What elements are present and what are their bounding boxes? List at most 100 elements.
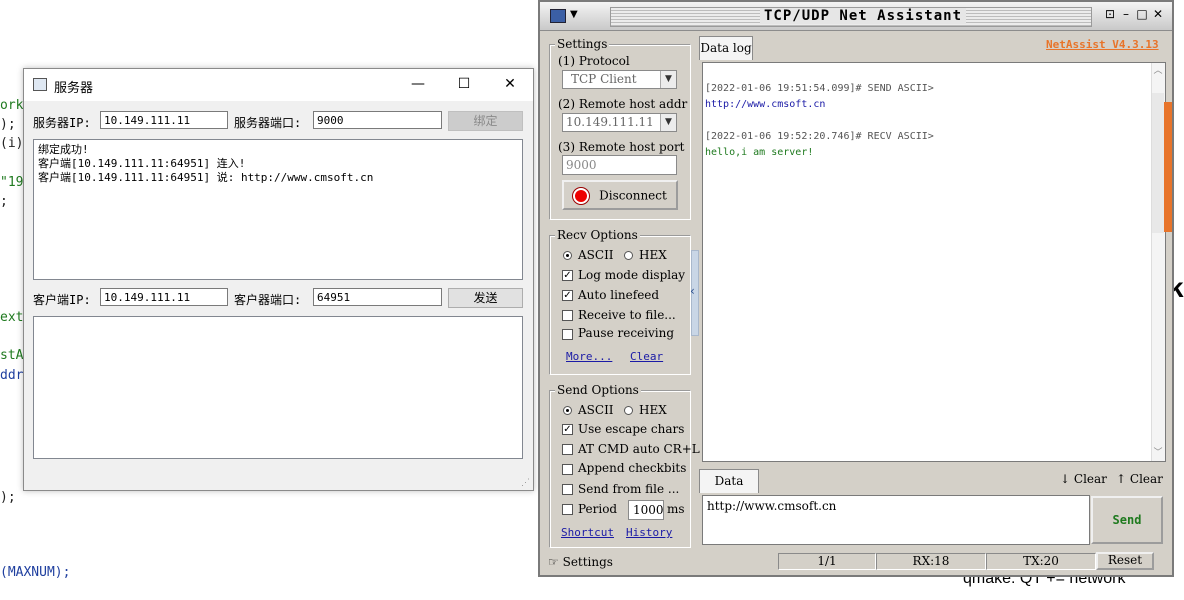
- send-hex-radio[interactable]: [624, 406, 633, 415]
- auto-linefeed-checkbox[interactable]: ✓: [562, 290, 573, 301]
- log-header: [2022-01-06 19:51:54.099]# SEND ASCII>: [705, 83, 934, 94]
- client-port-field[interactable]: 64951: [313, 288, 442, 306]
- resize-grip-icon[interactable]: ⋰: [521, 478, 531, 488]
- pause-receiving-label: Pause receiving: [578, 326, 675, 340]
- auto-linefeed-label: Auto linefeed: [578, 288, 660, 302]
- protocol-label: (1) Protocol: [558, 54, 630, 68]
- send-from-file-label: Send from file ...: [578, 482, 680, 496]
- log-header: [2022-01-06 19:52:20.746]# RECV ASCII>: [705, 131, 934, 142]
- period-unit: ms: [667, 502, 685, 516]
- version-link[interactable]: NetAssist V4.3.13: [1046, 38, 1159, 51]
- rx-counter: RX:18: [876, 553, 986, 570]
- log-body: http://www.cmsoft.cn: [705, 99, 826, 110]
- close-button[interactable]: ✕: [1150, 7, 1166, 21]
- period-field[interactable]: 1000: [628, 500, 664, 520]
- bind-button[interactable]: 绑定: [448, 111, 523, 131]
- minimize-button[interactable]: —: [395, 69, 441, 101]
- period-checkbox[interactable]: [562, 504, 573, 515]
- chevron-down-icon: ▼: [660, 114, 676, 131]
- chevron-down-icon[interactable]: ﹀: [1152, 445, 1164, 461]
- chevron-down-icon: ▼: [660, 71, 676, 88]
- remote-port-field[interactable]: 9000: [562, 155, 677, 175]
- send-text-area[interactable]: [33, 316, 523, 459]
- send-options-title: Send Options: [555, 383, 641, 397]
- use-escape-label: Use escape chars: [578, 422, 685, 436]
- log-scrollbar[interactable]: ︿ ﹀: [1151, 63, 1165, 461]
- page-indicator: 1/1: [778, 553, 876, 570]
- data-log-area[interactable]: [2022-01-06 19:51:54.099]# SEND ASCII> h…: [702, 62, 1166, 462]
- status-bar: ☞ Settings 1/1 RX:18 TX:20 Reset: [540, 550, 1172, 575]
- clear-down-icon: ↓: [1060, 472, 1071, 486]
- close-button[interactable]: ✕: [487, 69, 533, 101]
- app-icon: [550, 9, 566, 23]
- reset-button[interactable]: Reset: [1096, 552, 1154, 570]
- tx-counter: TX:20: [986, 553, 1096, 570]
- menu-dropdown-icon[interactable]: ▼: [570, 9, 578, 20]
- code-line: (MAXNUM);: [0, 565, 71, 580]
- log-mode-checkbox[interactable]: ✓: [562, 270, 573, 281]
- recv-ascii-radio[interactable]: [563, 251, 572, 260]
- minimize-button[interactable]: –: [1118, 7, 1134, 21]
- record-icon: [573, 187, 590, 204]
- title-bar[interactable]: 服务器 — ☐ ✕: [24, 69, 533, 101]
- clear-history-button[interactable]: ↑ Clear: [1116, 472, 1163, 486]
- server-log-text[interactable]: 绑定成功! 客户端[10.149.111.11:64951] 连入! 客户端[1…: [33, 139, 523, 280]
- remote-port-label: (3) Remote host port: [558, 140, 685, 154]
- recv-options-title: Recv Options: [555, 228, 640, 242]
- pause-receiving-checkbox[interactable]: [562, 329, 573, 340]
- use-escape-checkbox[interactable]: ✓: [562, 424, 573, 435]
- app-icon: [33, 78, 47, 91]
- at-cmd-checkbox[interactable]: [562, 444, 573, 455]
- send-button[interactable]: Send: [1091, 496, 1163, 544]
- receive-to-file-checkbox[interactable]: [562, 310, 573, 321]
- chevron-up-icon[interactable]: ︿: [1152, 63, 1164, 79]
- clear-send-button[interactable]: ↓ Clear: [1060, 472, 1107, 486]
- send-hex-label: HEX: [639, 403, 667, 417]
- code-line: (i): [0, 136, 24, 151]
- send-input[interactable]: http://www.cmsoft.cn: [702, 495, 1090, 545]
- tab-data-log[interactable]: Data log: [699, 36, 753, 60]
- accent-bar: [1164, 102, 1172, 232]
- send-ascii-radio[interactable]: [563, 406, 572, 415]
- code-line: );: [0, 117, 16, 132]
- send-button[interactable]: 发送: [448, 288, 523, 308]
- send-ascii-label: ASCII: [578, 403, 614, 417]
- code-line: ;: [0, 194, 8, 209]
- client-ip-label: 客户端IP:: [33, 293, 91, 307]
- title-bar[interactable]: ▼ TCP/UDP Net Assistant ⊡ – □ ✕: [540, 2, 1172, 31]
- clear-link[interactable]: Clear: [630, 350, 663, 363]
- append-checkbits-label: Append checkbits: [578, 461, 687, 475]
- code-line: "19: [0, 175, 24, 190]
- settings-toggle[interactable]: ☞ Settings: [548, 555, 613, 569]
- remote-addr-label: (2) Remote host addr: [558, 97, 688, 111]
- server-window: 服务器 — ☐ ✕ 服务器IP: 10.149.111.11 服务器端口: 90…: [23, 68, 534, 491]
- server-port-field[interactable]: 9000: [313, 111, 442, 129]
- remote-addr-select[interactable]: 10.149.111.11 ▼: [562, 113, 677, 132]
- server-port-label: 服务器端口:: [234, 116, 302, 130]
- maximize-button[interactable]: ☐: [441, 69, 487, 101]
- receive-to-file-label: Receive to file...: [578, 308, 676, 322]
- more-link[interactable]: More...: [566, 350, 612, 363]
- chevron-left-icon[interactable]: ‹: [690, 284, 695, 298]
- netassist-window: ▼ TCP/UDP Net Assistant ⊡ – □ ✕ Settings (1…: [538, 0, 1174, 577]
- code-line: );: [0, 490, 16, 505]
- protocol-select[interactable]: TCP Client ▼: [562, 70, 677, 89]
- scroll-thumb[interactable]: [1152, 93, 1164, 233]
- send-from-file-checkbox[interactable]: [562, 484, 573, 495]
- code-line: ext: [0, 310, 24, 325]
- code-line: ork: [0, 98, 24, 113]
- at-cmd-label: AT CMD auto CR+L: [578, 442, 700, 456]
- code-line: stA: [0, 348, 24, 363]
- recv-hex-radio[interactable]: [624, 251, 633, 260]
- history-link[interactable]: History: [626, 526, 672, 539]
- server-ip-field[interactable]: 10.149.111.11: [100, 111, 228, 129]
- maximize-button[interactable]: □: [1134, 7, 1150, 21]
- shortcut-link[interactable]: Shortcut: [561, 526, 614, 539]
- pin-icon[interactable]: ⊡: [1102, 7, 1118, 21]
- append-checkbits-checkbox[interactable]: [562, 464, 573, 475]
- window-title: TCP/UDP Net Assistant: [760, 8, 967, 24]
- window-title: 服务器: [54, 81, 94, 96]
- tab-data-send[interactable]: Data Send: [699, 469, 759, 510]
- client-ip-field[interactable]: 10.149.111.11: [100, 288, 228, 306]
- disconnect-button[interactable]: Disconnect: [562, 180, 678, 210]
